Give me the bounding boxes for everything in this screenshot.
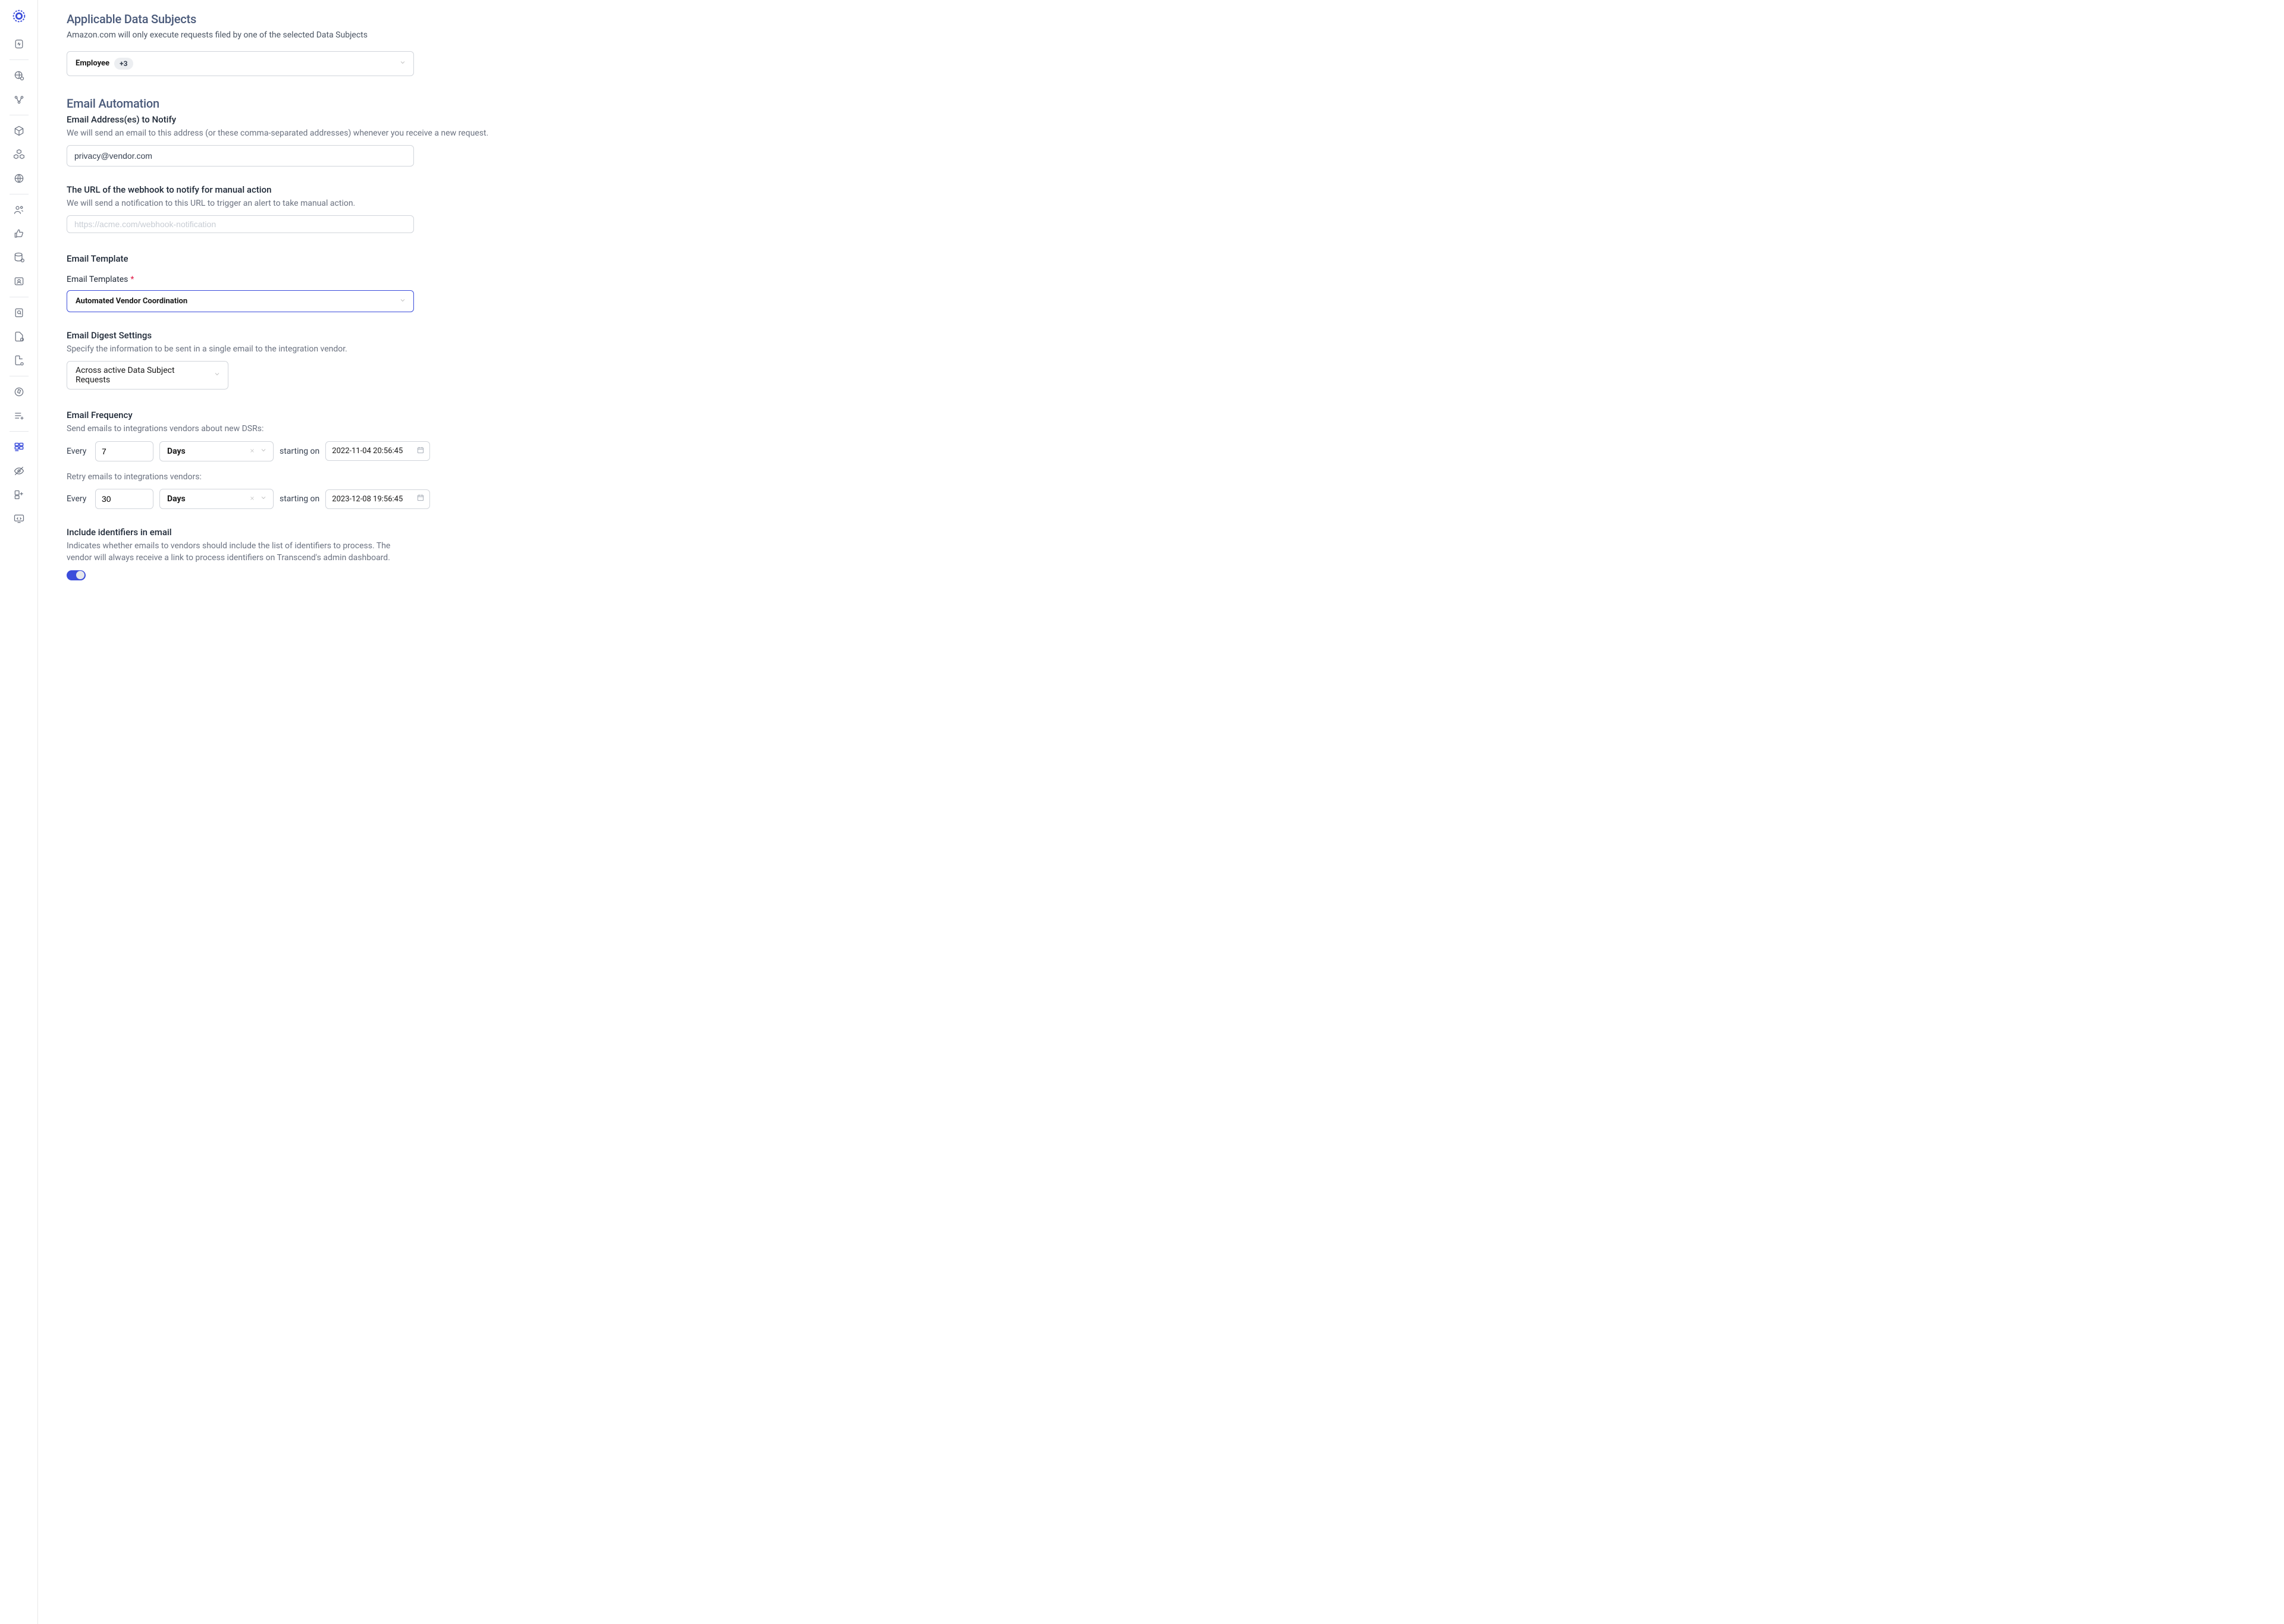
chevron-down-icon (260, 494, 267, 504)
nav-users-icon[interactable] (7, 198, 31, 222)
webhook-title: The URL of the webhook to notify for man… (67, 184, 490, 195)
main-content: Applicable Data Subjects Amazon.com will… (52, 0, 504, 1624)
nav-file-search-icon[interactable] (7, 325, 31, 348)
retry-interval-input[interactable] (95, 489, 153, 509)
retry-unit-select[interactable]: Days (159, 489, 274, 509)
calendar-icon (416, 446, 425, 457)
email-templates-label: Email Templates (67, 275, 128, 284)
toggle-knob (76, 571, 84, 579)
email-digest-title: Email Digest Settings (67, 330, 490, 341)
data-subjects-selected-label: Employee (76, 59, 109, 68)
email-digest-selected: Across active Data Subject Requests (76, 366, 206, 385)
notify-email-desc: We will send an email to this address (o… (67, 127, 490, 139)
retry-date-value: 2023-12-08 19:56:45 (332, 495, 403, 504)
clear-icon[interactable] (249, 495, 255, 503)
data-subjects-extra-count: +3 (114, 58, 133, 70)
nav-id-icon[interactable] (7, 269, 31, 293)
clear-icon[interactable] (249, 447, 255, 456)
identifiers-title: Include identifiers in email (67, 527, 490, 538)
notify-email-title: Email Address(es) to Notify (67, 114, 490, 125)
nav-globe-gear-icon[interactable] (7, 64, 31, 87)
email-frequency-send-desc: Send emails to integrations vendors abou… (67, 423, 490, 435)
section-data-subjects-title: Applicable Data Subjects (67, 12, 490, 26)
identifiers-desc: Indicates whether emails to vendors shou… (67, 540, 400, 564)
webhook-desc: We will send a notification to this URL … (67, 197, 490, 209)
retry-date-input[interactable]: 2023-12-08 19:56:45 (325, 489, 430, 509)
nav-boxes-icon[interactable] (7, 143, 31, 167)
email-templates-selected: Automated Vendor Coordination (76, 297, 187, 306)
send-interval-input[interactable] (95, 441, 153, 461)
retry-unit-label: Days (167, 494, 186, 504)
data-subjects-select[interactable]: Employee +3 (67, 51, 414, 76)
calendar-icon (416, 494, 425, 504)
email-templates-label-row: Email Templates * (67, 275, 490, 284)
notify-email-input[interactable] (67, 145, 414, 167)
section-email-automation-title: Email Automation (67, 96, 490, 111)
nav-database-icon[interactable] (7, 246, 31, 269)
every-label: Every (67, 494, 89, 504)
nav-thumbs-icon[interactable] (7, 222, 31, 246)
webhook-input[interactable] (67, 215, 414, 233)
nav-eye-off-icon[interactable] (7, 459, 31, 483)
email-templates-select[interactable]: Automated Vendor Coordination (67, 290, 414, 312)
email-frequency-retry-desc: Retry emails to integrations vendors: (67, 471, 490, 483)
chevron-down-icon (399, 59, 406, 68)
starting-on-label: starting on (280, 447, 319, 456)
nav-globe-icon[interactable] (7, 167, 31, 190)
send-unit-select[interactable]: Days (159, 441, 274, 461)
email-digest-desc: Specify the information to be sent in a … (67, 343, 490, 355)
every-label: Every (67, 447, 89, 456)
chevron-down-icon (214, 370, 221, 380)
identifiers-toggle[interactable] (67, 570, 86, 580)
chevron-down-icon (399, 297, 406, 306)
send-date-value: 2022-11-04 20:56:45 (332, 447, 403, 456)
send-date-input[interactable]: 2022-11-04 20:56:45 (325, 441, 430, 461)
sidebar (0, 0, 38, 1624)
email-template-title: Email Template (67, 253, 490, 264)
email-frequency-title: Email Frequency (67, 410, 490, 420)
send-unit-label: Days (167, 447, 186, 456)
nav-list-add-icon[interactable] (7, 404, 31, 428)
nav-power-icon[interactable] (7, 32, 31, 56)
nav-code-screen-icon[interactable] (7, 507, 31, 530)
nav-compass-icon[interactable] (7, 380, 31, 404)
nav-flow-icon[interactable] (7, 87, 31, 111)
section-data-subjects-desc: Amazon.com will only execute requests fi… (67, 30, 490, 42)
nav-grid-icon[interactable] (7, 435, 31, 459)
required-indicator: * (130, 275, 134, 284)
starting-on-label: starting on (280, 494, 319, 504)
app-logo-icon[interactable] (10, 7, 28, 25)
divider (10, 59, 29, 60)
nav-file-gear-icon[interactable] (7, 348, 31, 372)
nav-box-icon[interactable] (7, 119, 31, 143)
retry-frequency-row: Every Days starting on 2023-12-08 19:56:… (67, 489, 490, 509)
chevron-down-icon (260, 447, 267, 456)
divider (10, 431, 29, 432)
send-frequency-row: Every Days starting on 2022-11-04 20:56:… (67, 441, 490, 461)
email-digest-select[interactable]: Across active Data Subject Requests (67, 361, 228, 389)
nav-add-block-icon[interactable] (7, 483, 31, 507)
nav-search-doc-icon[interactable] (7, 301, 31, 325)
